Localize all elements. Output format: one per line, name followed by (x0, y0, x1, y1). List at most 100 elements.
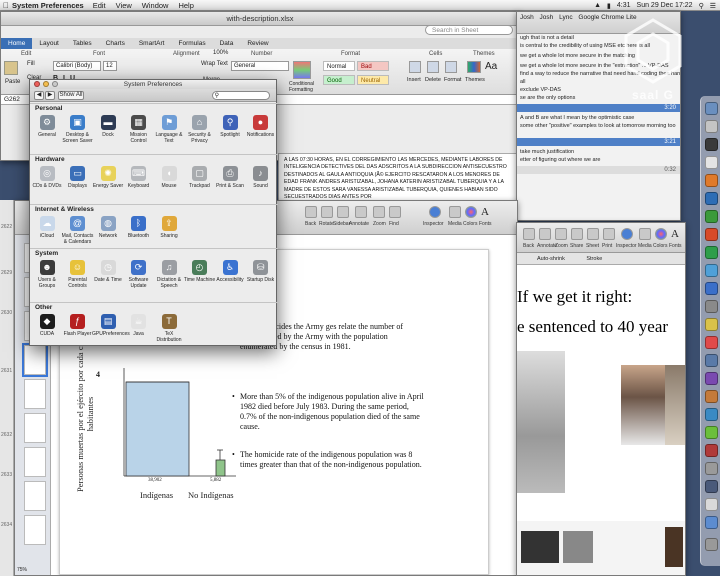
forward-arrow-icon[interactable]: ▶ (45, 91, 55, 100)
colors-icon[interactable] (465, 206, 477, 218)
trash-icon[interactable] (705, 538, 718, 551)
back-arrow-icon[interactable]: ◀ (34, 91, 44, 100)
insert-cells-icon[interactable] (409, 61, 421, 73)
app-icon[interactable] (705, 444, 718, 457)
delete-cells-icon[interactable] (427, 61, 439, 73)
system-preferences-icon[interactable] (705, 300, 718, 313)
autoshrink-checkbox[interactable]: Auto-shrink (537, 256, 565, 262)
find-icon[interactable] (389, 206, 401, 218)
paste-icon[interactable] (4, 61, 18, 75)
pane-mail[interactable]: @ Mail, Contacts & Calendars (62, 216, 94, 245)
conditional-format-icon[interactable] (293, 61, 311, 79)
tab-layout[interactable]: Layout (32, 40, 66, 47)
pane-cd[interactable]: ◎ CDs & DVDs (31, 166, 63, 189)
zoom-window-icon[interactable] (52, 81, 58, 87)
menu-window[interactable]: Window (142, 1, 169, 10)
sheet-icon[interactable] (587, 228, 599, 240)
inspector-icon[interactable] (621, 228, 633, 240)
themes-icon[interactable] (467, 61, 481, 73)
excel-icon[interactable] (705, 210, 718, 223)
inspector-icon[interactable] (429, 206, 441, 218)
pane-dictation[interactable]: ♫ Dictation & Speech (153, 260, 185, 289)
downloads-icon[interactable] (705, 516, 718, 529)
spotlight-menu-icon[interactable]: ⚲ (699, 2, 704, 10)
show-all-button[interactable]: Show All (58, 91, 84, 100)
format-cells-icon[interactable] (445, 61, 457, 73)
page-thumbnail[interactable] (24, 515, 46, 545)
messages-icon[interactable] (705, 264, 718, 277)
sheet-cell-text[interactable]: A LAS 07:30 HORAS, EN EL CORREGIMIENTO L… (278, 153, 518, 201)
sidebar-icon[interactable] (337, 206, 349, 218)
font-theme-icon[interactable]: Aa (485, 61, 497, 72)
minimize-icon[interactable] (43, 81, 49, 87)
page-thumbnail[interactable] (24, 481, 46, 511)
pane-sound[interactable]: ♪ Sound (245, 166, 277, 189)
apple-menu-icon[interactable]:  (0, 1, 12, 10)
annotate-icon[interactable] (355, 206, 367, 218)
pane-users[interactable]: ☻ Users & Groups (31, 260, 63, 289)
pane-dock[interactable]: ▬ Dock (92, 115, 124, 138)
textedit-icon[interactable] (705, 156, 718, 169)
app-icon[interactable] (705, 480, 718, 493)
pane-security[interactable]: ⌂ Security & Privacy (184, 115, 216, 144)
tab-data[interactable]: Data (213, 40, 241, 47)
page-thumbnail[interactable] (24, 447, 46, 477)
pane-printer[interactable]: ⎙ Print & Scan (214, 166, 246, 189)
pane-spotlight[interactable]: ⚲ Spotlight (214, 115, 246, 138)
chat-tab-2[interactable]: Josh (540, 14, 554, 21)
font-size-select[interactable]: 12 (103, 61, 117, 71)
pane-software-update[interactable]: ⟳ Software Update (123, 260, 155, 289)
zoom-level[interactable]: 100% (213, 50, 228, 56)
menu-edit[interactable]: Edit (93, 1, 106, 10)
media-icon[interactable] (449, 206, 461, 218)
excel-search-input[interactable]: Search in Sheet (425, 25, 513, 35)
page-thumbnail[interactable] (24, 379, 46, 409)
pane-desktop[interactable]: ▣ Desktop & Screen Saver (62, 115, 94, 144)
rotate-icon[interactable] (321, 206, 333, 218)
menu-view[interactable]: View (116, 1, 132, 10)
menu-help[interactable]: Help (178, 1, 193, 10)
pane-mouse[interactable]: ◖ Mouse (153, 166, 185, 189)
firefox-icon[interactable] (705, 174, 718, 187)
close-icon[interactable] (34, 81, 40, 87)
cell-reference[interactable]: G262 (4, 96, 20, 103)
pane-bluetooth[interactable]: ᛒ Bluetooth (123, 216, 155, 239)
pane-mission-control[interactable]: ▦ Mission Control (123, 115, 155, 144)
style-bad[interactable]: Bad (357, 61, 389, 71)
wifi-icon[interactable]: ▲ (594, 2, 601, 9)
app-icon[interactable] (705, 426, 718, 439)
media-icon[interactable] (639, 228, 651, 240)
powerpoint-icon[interactable] (705, 228, 718, 241)
style-neutral[interactable]: Neutral (357, 75, 389, 85)
pane-tex[interactable]: T TeX Distribution (153, 314, 185, 343)
skype-icon[interactable] (705, 282, 718, 295)
pane-time-machine[interactable]: ◴ Time Machine (184, 260, 216, 283)
tab-tables[interactable]: Tables (66, 40, 99, 47)
share-icon[interactable] (571, 228, 583, 240)
pane-cuda[interactable]: ◆ CUDA (31, 314, 63, 337)
stroke-label[interactable]: Stroke (586, 256, 602, 262)
style-good[interactable]: Good (323, 75, 355, 85)
launchpad-icon[interactable] (705, 120, 718, 133)
pane-java[interactable]: ☕ Java (123, 314, 155, 337)
chat-tab-1[interactable]: Josh (520, 14, 534, 21)
finder-icon[interactable] (705, 102, 718, 115)
itunes-icon[interactable] (705, 372, 718, 385)
annotate-icon[interactable] (539, 228, 551, 240)
pane-parental-controls[interactable]: ☺ Parental Controls (62, 260, 94, 289)
pane-general[interactable]: ⚙ General (31, 115, 63, 138)
tab-charts[interactable]: Charts (99, 40, 132, 47)
word-icon[interactable] (705, 192, 718, 205)
list-menu-icon[interactable]: ☰ (710, 2, 716, 10)
tab-formulas[interactable]: Formulas (171, 40, 212, 47)
tab-home[interactable]: Home (1, 38, 33, 49)
wrap-text-button[interactable]: Wrap Text (201, 61, 228, 67)
font-name-select[interactable]: Calibri (Body) (53, 61, 101, 71)
zoom-icon[interactable] (555, 228, 567, 240)
preview-icon[interactable] (705, 354, 718, 367)
notes-icon[interactable] (705, 318, 718, 331)
print-icon[interactable] (603, 228, 615, 240)
fonts-icon[interactable]: A (671, 228, 683, 240)
pane-notifications[interactable]: ● Notifications (245, 115, 277, 138)
app-icon[interactable] (705, 390, 718, 403)
